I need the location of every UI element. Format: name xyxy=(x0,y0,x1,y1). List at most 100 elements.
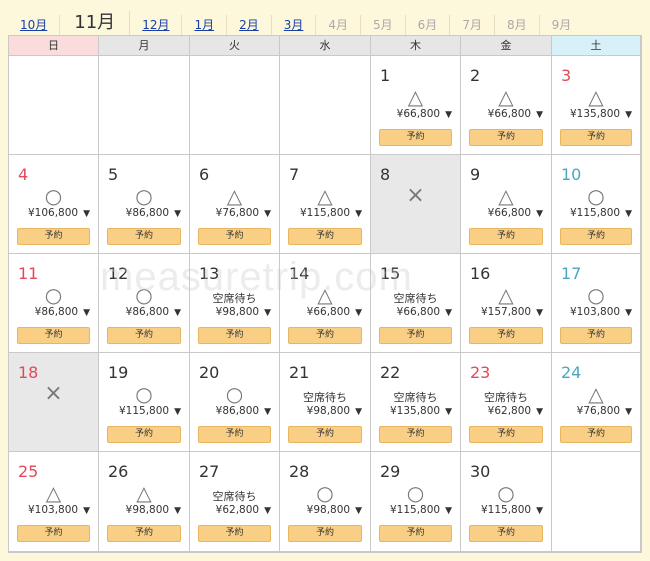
day-cell[interactable]: 15 空席待ち ¥66,800 ▼ 予約 xyxy=(371,254,461,353)
price-selector[interactable]: ¥103,800 ▼ xyxy=(9,504,90,516)
month-tab[interactable]: 3月 xyxy=(272,15,317,35)
dropdown-arrow-icon[interactable]: ▼ xyxy=(264,407,271,417)
price-selector[interactable]: ¥115,800 ▼ xyxy=(280,207,362,219)
price-selector[interactable]: ¥135,800 ▼ xyxy=(552,108,632,120)
day-cell[interactable]: 24 △ ¥76,800 ▼ 予約 xyxy=(552,353,641,452)
day-cell[interactable]: 20 ○ ¥86,800 ▼ 予約 xyxy=(190,353,280,452)
dropdown-arrow-icon[interactable]: ▼ xyxy=(625,407,632,417)
reserve-button[interactable]: 予約 xyxy=(560,327,632,344)
day-cell[interactable]: 17 ○ ¥103,800 ▼ 予約 xyxy=(552,254,641,353)
reserve-button[interactable]: 予約 xyxy=(469,228,543,245)
reserve-button[interactable]: 予約 xyxy=(198,525,271,542)
price-selector[interactable]: ¥66,800 ▼ xyxy=(371,306,452,318)
dropdown-arrow-icon[interactable]: ▼ xyxy=(355,407,362,417)
reserve-button[interactable]: 予約 xyxy=(198,228,271,245)
day-cell[interactable]: 13 空席待ち ¥98,800 ▼ 予約 xyxy=(190,254,280,353)
reserve-button[interactable]: 予約 xyxy=(17,525,90,542)
reserve-button[interactable]: 予約 xyxy=(107,327,181,344)
price-selector[interactable]: ¥66,800 ▼ xyxy=(280,306,362,318)
reserve-button[interactable]: 予約 xyxy=(107,426,181,443)
dropdown-arrow-icon[interactable]: ▼ xyxy=(174,209,181,219)
price-selector[interactable]: ¥115,800 ▼ xyxy=(371,504,452,516)
reserve-button[interactable]: 予約 xyxy=(288,327,362,344)
price-selector[interactable]: ¥62,800 ▼ xyxy=(190,504,271,516)
reserve-button[interactable]: 予約 xyxy=(379,525,452,542)
month-tab[interactable]: 2月 xyxy=(227,15,272,35)
day-cell[interactable]: 5 ○ ¥86,800 ▼ 予約 xyxy=(99,155,190,254)
reserve-button[interactable]: 予約 xyxy=(560,228,632,245)
day-cell[interactable]: 4 ○ ¥106,800 ▼ 予約 xyxy=(9,155,99,254)
day-cell[interactable]: 27 空席待ち ¥62,800 ▼ 予約 xyxy=(190,452,280,552)
day-cell[interactable]: 11 ○ ¥86,800 ▼ 予約 xyxy=(9,254,99,353)
price-selector[interactable]: ¥86,800 ▼ xyxy=(99,207,181,219)
dropdown-arrow-icon[interactable]: ▼ xyxy=(264,308,271,318)
month-tab[interactable]: 10月 xyxy=(8,15,61,35)
reserve-button[interactable]: 予約 xyxy=(469,525,543,542)
price-selector[interactable]: ¥115,800 ▼ xyxy=(552,207,632,219)
price-selector[interactable]: ¥103,800 ▼ xyxy=(552,306,632,318)
price-selector[interactable]: ¥76,800 ▼ xyxy=(190,207,271,219)
reserve-button[interactable]: 予約 xyxy=(469,327,543,344)
dropdown-arrow-icon[interactable]: ▼ xyxy=(625,209,632,219)
reserve-button[interactable]: 予約 xyxy=(379,129,452,146)
dropdown-arrow-icon[interactable]: ▼ xyxy=(83,209,90,219)
reserve-button[interactable]: 予約 xyxy=(288,525,362,542)
reserve-button[interactable]: 予約 xyxy=(107,228,181,245)
dropdown-arrow-icon[interactable]: ▼ xyxy=(536,209,543,219)
price-selector[interactable]: ¥76,800 ▼ xyxy=(552,405,632,417)
day-cell[interactable]: 16 △ ¥157,800 ▼ 予約 xyxy=(461,254,552,353)
day-cell[interactable]: 22 空席待ち ¥135,800 ▼ 予約 xyxy=(371,353,461,452)
day-cell[interactable]: 19 ○ ¥115,800 ▼ 予約 xyxy=(99,353,190,452)
reserve-button[interactable]: 予約 xyxy=(107,525,181,542)
reserve-button[interactable]: 予約 xyxy=(560,129,632,146)
day-cell[interactable]: 10 ○ ¥115,800 ▼ 予約 xyxy=(552,155,641,254)
day-cell[interactable]: 30 ○ ¥115,800 ▼ 予約 xyxy=(461,452,552,552)
reserve-button[interactable]: 予約 xyxy=(379,426,452,443)
price-selector[interactable]: ¥98,800 ▼ xyxy=(280,504,362,516)
price-selector[interactable]: ¥157,800 ▼ xyxy=(461,306,543,318)
dropdown-arrow-icon[interactable]: ▼ xyxy=(174,308,181,318)
reserve-button[interactable]: 予約 xyxy=(198,426,271,443)
price-selector[interactable]: ¥66,800 ▼ xyxy=(371,108,452,120)
dropdown-arrow-icon[interactable]: ▼ xyxy=(174,407,181,417)
dropdown-arrow-icon[interactable]: ▼ xyxy=(355,209,362,219)
dropdown-arrow-icon[interactable]: ▼ xyxy=(625,308,632,318)
reserve-button[interactable]: 予約 xyxy=(288,426,362,443)
price-selector[interactable]: ¥115,800 ▼ xyxy=(461,504,543,516)
price-selector[interactable]: ¥98,800 ▼ xyxy=(190,306,271,318)
day-cell[interactable]: 25 △ ¥103,800 ▼ 予約 xyxy=(9,452,99,552)
day-cell[interactable]: 2 △ ¥66,800 ▼ 予約 xyxy=(461,56,552,155)
reserve-button[interactable]: 予約 xyxy=(288,228,362,245)
dropdown-arrow-icon[interactable]: ▼ xyxy=(264,209,271,219)
dropdown-arrow-icon[interactable]: ▼ xyxy=(536,308,543,318)
dropdown-arrow-icon[interactable]: ▼ xyxy=(536,407,543,417)
dropdown-arrow-icon[interactable]: ▼ xyxy=(536,110,543,120)
month-tab[interactable]: 12月 xyxy=(130,15,183,35)
reserve-button[interactable]: 予約 xyxy=(17,228,90,245)
dropdown-arrow-icon[interactable]: ▼ xyxy=(625,110,632,120)
day-cell[interactable]: 12 ○ ¥86,800 ▼ 予約 xyxy=(99,254,190,353)
day-cell[interactable]: 6 △ ¥76,800 ▼ 予約 xyxy=(190,155,280,254)
day-cell[interactable]: 29 ○ ¥115,800 ▼ 予約 xyxy=(371,452,461,552)
dropdown-arrow-icon[interactable]: ▼ xyxy=(445,308,452,318)
price-selector[interactable]: ¥62,800 ▼ xyxy=(461,405,543,417)
reserve-button[interactable]: 予約 xyxy=(198,327,271,344)
dropdown-arrow-icon[interactable]: ▼ xyxy=(83,308,90,318)
dropdown-arrow-icon[interactable]: ▼ xyxy=(83,506,90,516)
day-cell[interactable]: 7 △ ¥115,800 ▼ 予約 xyxy=(280,155,371,254)
price-selector[interactable]: ¥86,800 ▼ xyxy=(9,306,90,318)
day-cell[interactable]: 21 空席待ち ¥98,800 ▼ 予約 xyxy=(280,353,371,452)
reserve-button[interactable]: 予約 xyxy=(17,327,90,344)
price-selector[interactable]: ¥66,800 ▼ xyxy=(461,108,543,120)
month-tab[interactable]: 1月 xyxy=(182,15,228,35)
reserve-button[interactable]: 予約 xyxy=(469,426,543,443)
dropdown-arrow-icon[interactable]: ▼ xyxy=(445,506,452,516)
day-cell[interactable]: 1 △ ¥66,800 ▼ 予約 xyxy=(371,56,461,155)
dropdown-arrow-icon[interactable]: ▼ xyxy=(355,506,362,516)
dropdown-arrow-icon[interactable]: ▼ xyxy=(174,506,181,516)
reserve-button[interactable]: 予約 xyxy=(469,129,543,146)
reserve-button[interactable]: 予約 xyxy=(560,426,632,443)
dropdown-arrow-icon[interactable]: ▼ xyxy=(264,506,271,516)
dropdown-arrow-icon[interactable]: ▼ xyxy=(536,506,543,516)
day-cell[interactable]: 26 △ ¥98,800 ▼ 予約 xyxy=(99,452,190,552)
